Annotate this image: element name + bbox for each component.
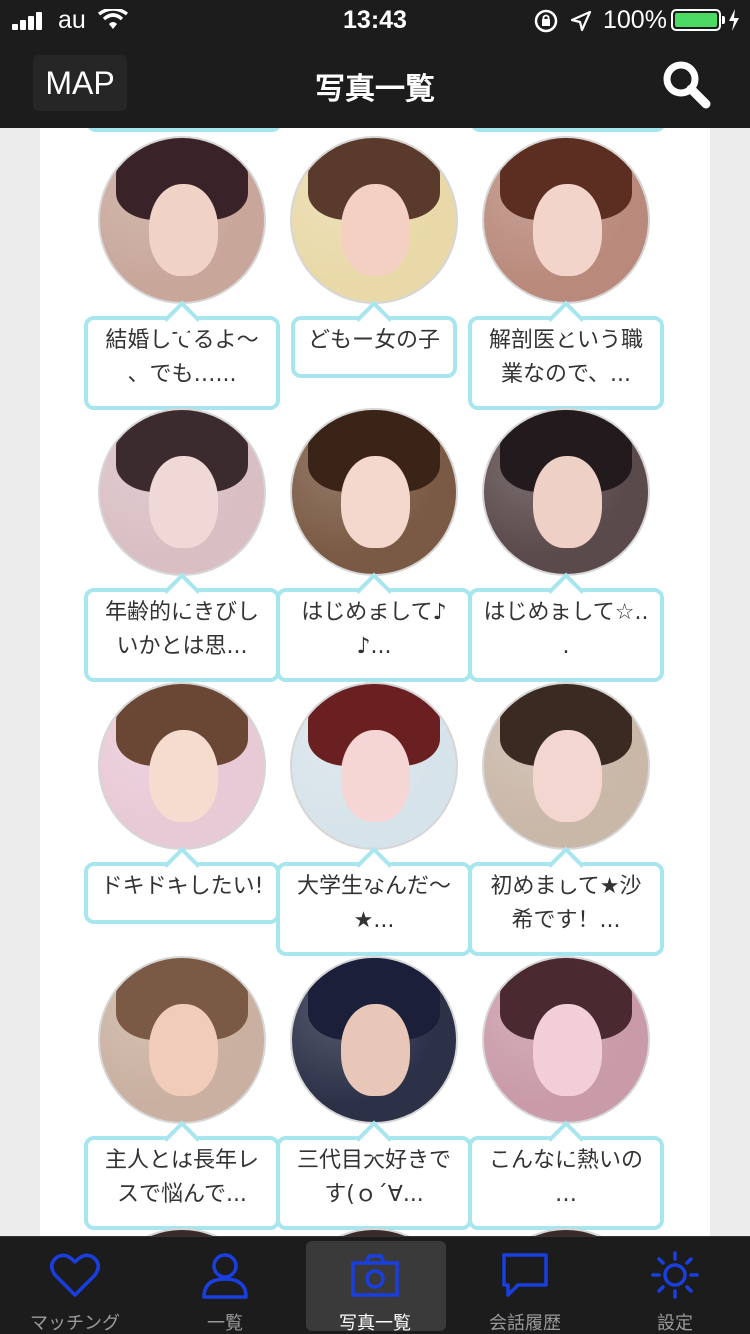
tab-settings[interactable]: 設定 (600, 1237, 750, 1334)
tab-bar: マッチング 一覧 写真一覧 会話履歴 設定 (0, 1236, 750, 1334)
message-line-1: 解剖医という職 (488, 328, 643, 353)
message-line-1: 主人とは長年レ (104, 1148, 259, 1173)
profile-photo[interactable] (482, 136, 650, 304)
prev-bubble-edge (470, 128, 666, 132)
message-line-1: はじめまして♪ (301, 600, 447, 625)
profile-photo[interactable] (290, 682, 458, 850)
charging-icon (729, 9, 739, 31)
profile-message-bubble[interactable]: 三代目大好きで す(ｏ´∀... (276, 1136, 472, 1230)
profile-photo[interactable] (98, 408, 266, 576)
profile-message-bubble[interactable]: 初めまして★沙 希です！... (468, 862, 664, 956)
message-line-1: 初めまして★沙 (490, 874, 642, 899)
tab-label: マッチング (30, 1313, 120, 1334)
tab-label: 写真一覧 (339, 1313, 411, 1334)
profile-photo[interactable] (98, 956, 266, 1124)
profile-photo[interactable] (482, 408, 650, 576)
message-line-1: どもー女の子 (307, 328, 440, 353)
profile-photo[interactable] (290, 408, 458, 576)
profile-photo[interactable] (482, 682, 650, 850)
tab-photo-list[interactable]: 写真一覧 (300, 1237, 450, 1334)
person-icon (202, 1253, 248, 1299)
message-line-2: いかとは思... (116, 634, 248, 659)
nav-bar: MAP 写真一覧 (0, 40, 750, 128)
profile-message-bubble[interactable]: 主人とは長年レ スで悩んで... (84, 1136, 280, 1230)
search-icon[interactable] (660, 58, 712, 110)
profile-photo[interactable] (290, 956, 458, 1124)
photo-list[interactable]: 結婚してるよ〜 、でも…... どもー女の子 解剖医という職 業なので、... 年齢的にき… (0, 128, 750, 1236)
profile-photo[interactable] (98, 682, 266, 850)
tab-list[interactable]: 一覧 (150, 1237, 300, 1334)
prev-bubble-edge (86, 128, 282, 132)
chat-icon (502, 1253, 548, 1297)
battery-icon (671, 9, 725, 31)
message-line-1: ドキドキしたい! (100, 874, 264, 899)
message-line-2: ★... (353, 908, 395, 933)
message-line-2: 、でも…... (127, 362, 237, 387)
profile-message-bubble[interactable]: どもー女の子 (291, 316, 457, 378)
camera-icon (351, 1254, 399, 1297)
message-line-2: . (562, 634, 570, 659)
message-line-1: こんなに熱いの (488, 1148, 643, 1173)
profile-photo[interactable] (290, 136, 458, 304)
sun-gear-icon (651, 1251, 699, 1299)
message-line-1: 大学生なんだ〜 (296, 874, 451, 899)
profile-photo[interactable] (98, 136, 266, 304)
page-title: 写真一覧 (315, 72, 435, 107)
profile-message-bubble[interactable]: はじめまして♪ ♪... (276, 588, 472, 682)
profile-message-bubble[interactable]: 解剖医という職 業なので、... (468, 316, 664, 410)
tab-label: 設定 (657, 1313, 693, 1334)
battery-percent: 100% (603, 6, 667, 34)
tab-label: 会話履歴 (489, 1313, 561, 1334)
message-line-1: 結婚してるよ〜 (105, 328, 259, 353)
profile-message-bubble[interactable]: ドキドキしたい! (84, 862, 280, 924)
location-icon (570, 10, 592, 32)
message-line-2: 業なので、... (500, 362, 632, 387)
profile-message-bubble[interactable]: 大学生なんだ〜 ★... (276, 862, 472, 956)
message-line-2: … (555, 1182, 577, 1207)
profile-message-bubble[interactable]: こんなに熱いの … (468, 1136, 664, 1230)
message-line-2: スで悩んで... (117, 1182, 247, 1207)
tab-matching[interactable]: マッチング (0, 1237, 150, 1334)
tab-label: 一覧 (207, 1313, 243, 1334)
heart-icon (50, 1253, 100, 1297)
profile-message-bubble[interactable]: はじめまして☆... (468, 588, 664, 682)
rotation-lock-icon (534, 9, 558, 33)
tab-chat-history[interactable]: 会話履歴 (450, 1237, 600, 1334)
message-line-1: 三代目大好きで (296, 1148, 451, 1173)
profile-photo[interactable] (482, 956, 650, 1124)
status-bar: au 13:43 100% (0, 0, 750, 40)
profile-message-bubble[interactable]: 結婚してるよ〜 、でも…... (84, 316, 280, 410)
message-line-1: はじめまして☆.. (483, 600, 649, 625)
message-line-2: ♪... (356, 634, 392, 659)
message-line-2: す(ｏ´∀... (324, 1182, 424, 1207)
profile-message-bubble[interactable]: 年齢的にきびし いかとは思... (84, 588, 280, 682)
message-line-2: 希です！... (511, 908, 621, 933)
message-line-1: 年齢的にきびし (104, 600, 259, 625)
